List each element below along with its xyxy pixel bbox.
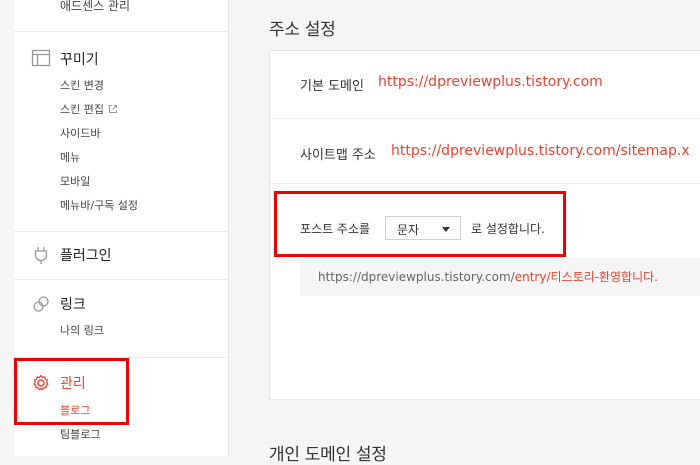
external-link-icon [108, 105, 117, 113]
example-url-highlight: entry/티스토리-환영합니다. [514, 270, 658, 284]
divider [14, 31, 228, 32]
divider [14, 279, 228, 280]
link-icon [33, 296, 49, 312]
default-domain-link[interactable]: https://dpreviewplus.tistory.com [378, 74, 603, 90]
plug-icon [34, 247, 48, 264]
sidebar-item-menubar[interactable]: 메뉴바/구독 설정 [60, 197, 138, 213]
sidebar-item-skin-change[interactable]: 스킨 변경 [60, 77, 104, 93]
sidebar-item-menu[interactable]: 메뉴 [60, 149, 80, 165]
layout-icon [31, 49, 51, 67]
sidebar-item-adsense[interactable]: 애드센스 관리 [60, 0, 130, 14]
sidebar-item-label: 스킨 편집 [60, 103, 104, 116]
example-url-base: https://dpreviewplus.tistory.com/ [318, 270, 515, 284]
sidebar-item-my-link[interactable]: 나의 링크 [60, 322, 104, 338]
section-title-custom-domain: 개인 도메인 설정 [269, 445, 387, 465]
sidebar-item-team-blog[interactable]: 팀블로그 [60, 426, 100, 442]
highlight-box [14, 358, 129, 425]
post-address-example: https://dpreviewplus.tistory.com/entry/티… [300, 258, 700, 296]
sidebar-section-link[interactable]: 링크 [60, 294, 86, 314]
sidebar-item-mobile[interactable]: 모바일 [60, 173, 90, 189]
sidebar-item-sidebar[interactable]: 사이드바 [60, 125, 100, 141]
example-url: https://dpreviewplus.tistory.com/entry/티… [318, 268, 658, 285]
sidebar-section-customize[interactable]: 꾸미기 [60, 49, 99, 69]
default-domain-label: 기본 도메인 [300, 79, 364, 94]
highlight-box [274, 191, 566, 257]
page-title: 주소 설정 [269, 20, 336, 40]
divider [270, 183, 700, 184]
divider [270, 118, 700, 119]
sidebar-section-plugin[interactable]: 플러그인 [60, 245, 112, 265]
sitemap-link[interactable]: https://dpreviewplus.tistory.com/sitemap… [391, 143, 690, 159]
sidebar-item-skin-edit[interactable]: 스킨 편집 [60, 101, 118, 117]
sitemap-label: 사이트맵 주소 [300, 148, 376, 163]
divider [14, 231, 228, 232]
